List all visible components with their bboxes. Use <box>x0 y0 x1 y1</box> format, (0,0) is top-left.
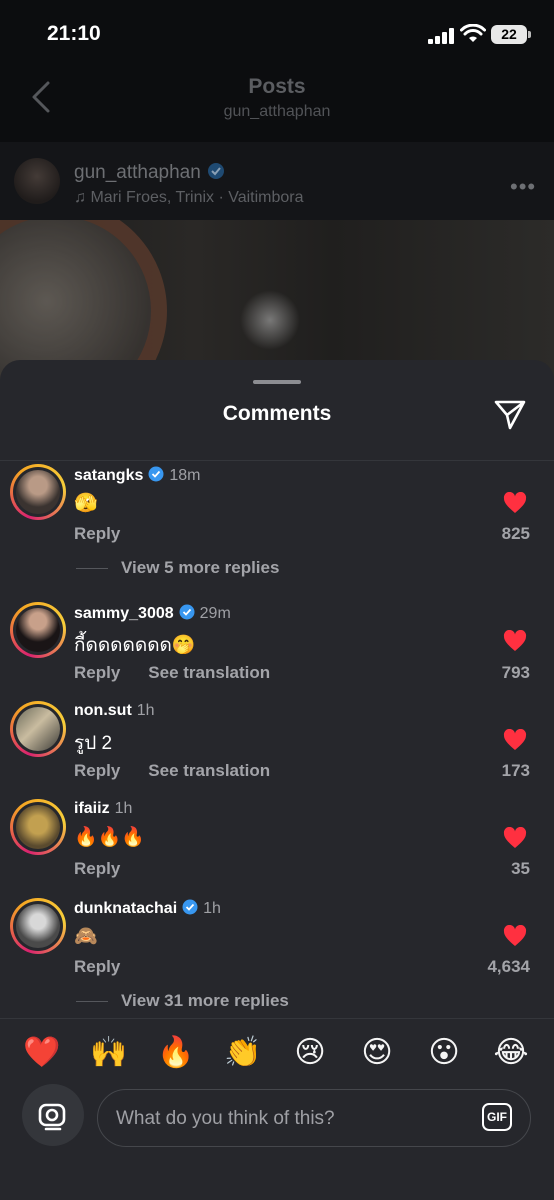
status-bar: 21:10 22 <box>0 0 554 70</box>
comment-input-placeholder: What do you think of this? <box>116 1108 335 1129</box>
camera-icon <box>38 1103 66 1131</box>
music-note-icon: ♫ <box>74 189 91 206</box>
comments-title: Comments <box>222 402 332 425</box>
music-info[interactable]: ♫ Mari Froes, Trinix · Vaitimbora <box>74 189 304 207</box>
comment-time: 29m <box>199 605 231 622</box>
verified-badge-icon <box>148 466 164 482</box>
heart-icon[interactable] <box>503 827 527 849</box>
author-name-line[interactable]: gun_atthaphan <box>74 162 225 184</box>
author-avatar[interactable] <box>14 158 60 204</box>
reaction-laughing[interactable]: 😂 <box>491 1035 531 1070</box>
wifi-icon <box>460 24 486 42</box>
heart-icon[interactable] <box>503 729 527 751</box>
comment-actions: Reply <box>74 859 120 879</box>
reaction-heart[interactable]: ❤️ <box>22 1035 62 1070</box>
heart-icon[interactable] <box>503 925 527 947</box>
post-image <box>0 220 554 380</box>
like-count: 35 <box>511 859 530 878</box>
comment-username[interactable]: satangks <box>74 467 143 484</box>
reply-button[interactable]: Reply <box>74 663 120 682</box>
comment-text: 🫣 <box>74 493 98 514</box>
reply-button[interactable]: Reply <box>74 761 120 780</box>
camera-button[interactable] <box>22 1084 84 1146</box>
reaction-raised-hands[interactable]: 🙌 <box>89 1035 129 1070</box>
comment-item: sammy_3008 29m กี้ดดดดดดด🤭 Reply See trans… <box>0 602 554 702</box>
comment-actions: Reply <box>74 524 120 544</box>
reply-button[interactable]: Reply <box>74 859 120 878</box>
cellular-signal-icon <box>428 28 454 44</box>
share-icon[interactable] <box>493 398 527 432</box>
comment-header: sammy_3008 29m <box>74 604 231 623</box>
posts-header: Posts gun_atthaphan <box>0 70 554 140</box>
comment-composer: What do you think of this? GIF <box>0 1080 554 1170</box>
comment-actions: Reply <box>74 957 120 977</box>
status-time: 21:10 <box>47 22 101 45</box>
comment-time: 18m <box>169 467 201 484</box>
see-translation-button[interactable]: See translation <box>148 663 270 682</box>
gif-button[interactable]: GIF <box>482 1103 512 1131</box>
reaction-crying[interactable]: 😢 <box>290 1035 330 1070</box>
sheet-grabber[interactable] <box>253 380 301 384</box>
avatar[interactable] <box>10 701 66 757</box>
emoji-reactions-bar: ❤️ 🙌 🔥 👏 😢 😍 😮 😂 <box>0 1018 554 1089</box>
reply-button[interactable]: Reply <box>74 957 120 976</box>
comment-item: satangks 18m 🫣 Reply 825 <box>0 462 554 562</box>
music-label: Mari Froes, Trinix · Vaitimbora <box>90 189 304 206</box>
comment-time: 1h <box>114 800 133 817</box>
avatar[interactable] <box>10 799 66 855</box>
verified-badge-icon <box>182 899 198 915</box>
reply-button[interactable]: Reply <box>74 524 120 543</box>
avatar[interactable] <box>10 464 66 520</box>
comment-username[interactable]: dunknatachai <box>74 900 177 917</box>
like-count: 4,634 <box>487 957 530 976</box>
divider <box>0 460 554 461</box>
post-author-row: gun_atthaphan ♫ Mari Froes, Trinix · Vai… <box>0 142 554 220</box>
author-username: gun_atthaphan <box>74 162 201 183</box>
more-options-icon[interactable]: ••• <box>510 174 536 200</box>
heart-icon[interactable] <box>503 630 527 652</box>
view-more-replies-button[interactable]: View 5 more replies <box>76 558 279 578</box>
comment-username[interactable]: sammy_3008 <box>74 605 174 622</box>
like-count: 825 <box>501 524 530 543</box>
like-count: 793 <box>501 663 530 682</box>
comment-time: 1h <box>203 900 221 917</box>
comment-text: รูป 2 <box>74 733 113 754</box>
comment-header: satangks 18m <box>74 466 201 485</box>
comment-text: 🙈 <box>74 926 98 947</box>
comment-item: non.sut 1h รูป 2 Reply See translation 173 <box>0 700 554 800</box>
reaction-clap[interactable]: 👏 <box>223 1035 263 1070</box>
comment-actions: Reply See translation <box>74 761 270 781</box>
page-subtitle: gun_atthaphan <box>223 103 331 120</box>
battery-icon: 22 <box>491 25 531 44</box>
view-more-replies-button[interactable]: View 31 more replies <box>76 991 289 1011</box>
like-count: 173 <box>501 761 530 780</box>
reaction-surprised[interactable]: 😮 <box>424 1035 464 1070</box>
comment-header: non.sut 1h <box>74 702 155 720</box>
comment-item: dunknatachai 1h 🙈 Reply 4,634 <box>0 897 554 997</box>
verified-badge-icon <box>179 604 195 620</box>
reaction-heart-eyes[interactable]: 😍 <box>357 1035 397 1070</box>
comment-username[interactable]: ifaiiz <box>74 800 110 817</box>
verified-badge-icon <box>207 163 224 179</box>
comment-text: กี้ดดดดดดด🤭 <box>74 635 196 656</box>
comment-item: ifaiiz 1h 🔥🔥🔥 Reply 35 <box>0 798 554 898</box>
reaction-fire[interactable]: 🔥 <box>156 1035 196 1070</box>
avatar[interactable] <box>10 898 66 954</box>
see-translation-button[interactable]: See translation <box>148 761 270 780</box>
comment-actions: Reply See translation <box>74 663 270 683</box>
comment-header: dunknatachai 1h <box>74 899 221 918</box>
heart-icon[interactable] <box>503 492 527 514</box>
comment-username[interactable]: non.sut <box>74 702 132 719</box>
comment-input[interactable]: What do you think of this? GIF <box>97 1089 531 1147</box>
comment-text: 🔥🔥🔥 <box>74 827 145 848</box>
page-title: Posts <box>248 75 306 98</box>
comment-time: 1h <box>136 702 155 719</box>
comment-header: ifaiiz 1h <box>74 800 132 818</box>
avatar[interactable] <box>10 602 66 658</box>
